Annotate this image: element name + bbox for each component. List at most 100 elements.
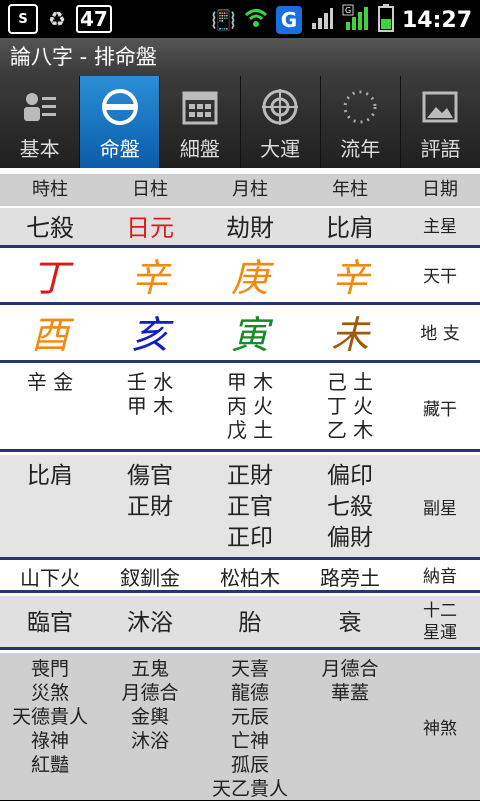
shensha-row: 喪門 災煞 天德貴人 祿神 紅豔 五鬼 月德合 金輿 沐浴 天喜 龍德 元辰 亡… xyxy=(0,653,480,800)
column-header-day: 日柱 xyxy=(132,179,168,200)
nayin-cell: 松柏木 xyxy=(220,566,280,590)
sub-star: 傷官 xyxy=(127,463,173,489)
shensha-cell: 五鬼 月德合 金輿 沐浴 xyxy=(100,653,200,800)
shensha-item: 月德合 xyxy=(321,658,379,680)
bazi-chart-table: 時柱 日柱 月柱 年柱 日期 七殺 日元 劫財 比肩 主星 丁 辛 庚 辛 天干… xyxy=(0,168,480,800)
tab-label: 大運 xyxy=(260,137,301,161)
sub-stars-cell: 正財 正官 正印 xyxy=(200,455,300,557)
shensha-item: 金輿 xyxy=(130,706,169,728)
sub-star: 偏印 xyxy=(327,463,373,489)
hidden-stems-cell: 甲 木 丙 火 戊 土 xyxy=(200,366,300,449)
main-star-cell: 比肩 xyxy=(326,214,374,242)
earthly-branches-row: 酉 亥 寅 未 地 支 xyxy=(0,308,480,363)
branch-cell: 未 xyxy=(330,313,369,357)
shensha-item: 元辰 xyxy=(230,706,269,728)
tab-label: 流年 xyxy=(340,137,381,161)
stem-cell: 庚 xyxy=(230,256,269,300)
branch-cell: 寅 xyxy=(230,313,269,357)
shensha-item: 天德貴人 xyxy=(11,706,88,728)
hidden-stems-cell: 己 土 丁 火 乙 木 xyxy=(300,366,400,449)
label-header: 日期 xyxy=(422,179,458,200)
status-bar: S ♻ 47 📳 G G 14:27 xyxy=(0,0,480,38)
sub-stars-cell: 傷官 正財 xyxy=(100,455,200,557)
nayin-cell: 釵釧金 xyxy=(120,566,180,590)
notification-app-icon: S xyxy=(8,4,38,34)
recycle-icon: ♻ xyxy=(48,7,66,31)
sub-star: 正印 xyxy=(227,525,273,551)
row-label: 主星 xyxy=(423,216,457,237)
sub-stars-row: 比肩 傷官 正財 正財 正官 正印 偏印 七殺 偏財 副星 xyxy=(0,455,480,560)
main-star-row: 七殺 日元 劫財 比肩 主星 xyxy=(0,208,480,248)
dotted-circle-icon xyxy=(340,87,380,127)
tab-major-luck[interactable]: 大運 xyxy=(241,76,321,168)
person-card-icon xyxy=(20,87,60,127)
shensha-item: 喪門 xyxy=(30,658,69,680)
nayin-cell: 山下火 xyxy=(20,566,80,590)
main-star-cell-day-master: 日元 xyxy=(126,214,174,242)
shensha-item: 亡神 xyxy=(230,730,269,752)
main-star-cell: 劫財 xyxy=(226,214,274,242)
sub-star: 正財 xyxy=(127,494,173,520)
shensha-item: 祿神 xyxy=(30,730,69,752)
app-title: 論八字 - 排命盤 xyxy=(10,45,157,69)
hidden-stems-cell: 辛 金 xyxy=(0,366,100,449)
shensha-item: 孤辰 xyxy=(230,754,269,776)
shensha-item: 華蓋 xyxy=(330,682,369,704)
compass-icon xyxy=(260,87,300,127)
shensha-item: 天喜 xyxy=(230,658,269,680)
shensha-cell: 喪門 災煞 天德貴人 祿神 紅豔 xyxy=(0,653,100,800)
nayin-cell: 路旁土 xyxy=(320,566,380,590)
signal-icon xyxy=(310,5,334,35)
column-header-row: 時柱 日柱 月柱 年柱 日期 xyxy=(0,174,480,206)
hidden-stem: 丙 火 xyxy=(226,394,274,418)
row-label: 納音 xyxy=(423,566,457,587)
hidden-stem: 甲 木 xyxy=(226,370,274,394)
life-stage-cell: 衰 xyxy=(338,610,362,636)
row-label: 副星 xyxy=(423,498,457,519)
shensha-item: 五鬼 xyxy=(130,658,169,680)
life-stage-cell: 沐浴 xyxy=(127,610,173,636)
tab-basic[interactable]: 基本 xyxy=(0,76,81,168)
hidden-stem: 戊 土 xyxy=(226,418,274,442)
shensha-item: 紅豔 xyxy=(30,754,69,776)
sub-star: 偏財 xyxy=(327,525,373,551)
tab-chart[interactable]: 命盤 xyxy=(80,76,161,168)
branch-cell: 酉 xyxy=(30,313,69,357)
picture-icon xyxy=(420,87,460,127)
hidden-stems-cell: 壬 水 甲 木 xyxy=(100,366,200,449)
clock: 14:27 xyxy=(401,7,472,33)
life-stage-cell: 胎 xyxy=(238,610,262,636)
sub-stars-cell: 偏印 七殺 偏財 xyxy=(300,455,400,557)
app-title-bar: 論八字 - 排命盤 xyxy=(0,38,480,76)
hidden-stems-row: 辛 金 壬 水 甲 木 甲 木 丙 火 戊 土 己 土 丁 火 乙 木 藏干 xyxy=(0,366,480,452)
column-header-month: 月柱 xyxy=(232,179,268,200)
vibrate-icon: 📳 xyxy=(211,8,236,32)
hidden-stem: 乙 木 xyxy=(326,418,374,442)
sub-stars-cell: 比肩 xyxy=(0,455,100,557)
hidden-stem: 辛 金 xyxy=(26,370,74,394)
nayin-row: 山下火 釵釧金 松柏木 路旁土 納音 xyxy=(0,563,480,593)
shensha-item: 龍德 xyxy=(230,682,269,704)
shensha-item: 災煞 xyxy=(30,682,69,704)
row-label: 地 支 xyxy=(420,323,460,344)
sub-star: 正官 xyxy=(227,494,273,520)
stem-cell: 辛 xyxy=(330,256,369,300)
branch-cell: 亥 xyxy=(130,313,169,357)
tab-label: 基本 xyxy=(19,137,60,161)
disc-icon xyxy=(100,87,140,127)
row-label: 十二 星運 xyxy=(400,596,480,647)
g-app-icon: G xyxy=(275,6,302,34)
tab-comments[interactable]: 評語 xyxy=(401,76,480,168)
tab-label: 細盤 xyxy=(179,137,220,161)
tab-detail[interactable]: 細盤 xyxy=(160,76,241,168)
sub-star: 七殺 xyxy=(327,494,373,520)
tab-annual[interactable]: 流年 xyxy=(321,76,401,168)
shensha-cell: 月德合 華蓋 xyxy=(300,653,400,800)
shensha-item: 月德合 xyxy=(121,682,179,704)
hidden-stem: 甲 木 xyxy=(126,394,174,418)
grid-calendar-icon xyxy=(180,87,220,127)
battery-icon xyxy=(377,4,394,36)
hidden-stem: 己 土 xyxy=(326,370,374,394)
tab-bar: 基本 命盤 細盤 大運 流年 評語 xyxy=(0,76,480,168)
life-stage-cell: 臨官 xyxy=(27,610,73,636)
